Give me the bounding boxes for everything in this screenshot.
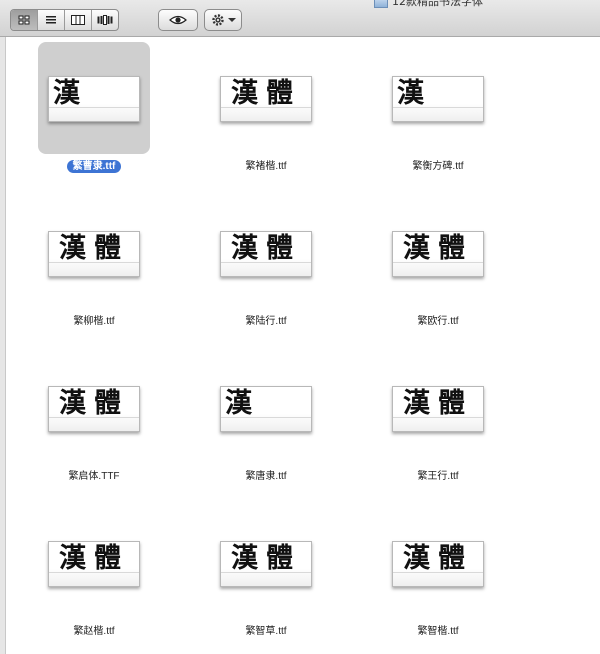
path-label: 12款精品书法字体 (392, 0, 483, 8)
font-preview-thumbnail[interactable]: 漢體 (220, 231, 312, 277)
file-item[interactable]: 漢體繁欧行.ttf (380, 197, 496, 337)
font-preview-glyphs: 漢體 (403, 388, 473, 419)
file-name-text: 繁唐隶.ttf (245, 471, 287, 482)
view-mode-segmented-control (10, 9, 119, 31)
font-preview-thumbnail[interactable]: 漢體 (392, 386, 484, 432)
font-preview-glyphs: 漢體 (59, 543, 129, 574)
column-view-button[interactable] (65, 10, 92, 30)
file-name-text: 繁智草.ttf (245, 626, 287, 637)
font-preview-thumbnail[interactable]: 漢體 (48, 541, 140, 587)
file-name-text: 繁欧行.ttf (417, 316, 459, 327)
file-name-label[interactable]: 繁王行.ttf (380, 467, 496, 482)
action-menu-button[interactable] (204, 9, 242, 31)
folder-icon (374, 0, 388, 8)
font-preview-thumbnail[interactable]: 漢體 (48, 231, 140, 277)
font-preview-glyphs: 漢體 (59, 388, 129, 419)
file-name-text: 繁柳楷.ttf (73, 316, 115, 327)
font-preview-glyphs: 漢 (53, 78, 82, 109)
icon-view-button[interactable] (11, 10, 38, 30)
eye-icon (169, 15, 187, 25)
column-view-icon (71, 15, 85, 25)
file-item[interactable]: 漢繁曹隶.ttf (36, 42, 152, 182)
font-preview-glyphs: 漢體 (59, 233, 129, 264)
file-name-text: 繁智楷.ttf (417, 626, 459, 637)
file-name-text: 繁褚楷.ttf (245, 161, 287, 172)
file-name-label[interactable]: 繁陆行.ttf (208, 312, 324, 327)
file-name-text: 繁启体.TTF (68, 471, 120, 482)
file-name-label[interactable]: 繁唐隶.ttf (208, 467, 324, 482)
file-name-label[interactable]: 繁智草.ttf (208, 622, 324, 637)
gear-icon (211, 14, 224, 26)
font-preview-thumbnail[interactable]: 漢體 (392, 541, 484, 587)
coverflow-view-icon (97, 15, 113, 25)
font-preview-thumbnail[interactable]: 漢體 (48, 386, 140, 432)
font-preview-glyphs: 漢體 (403, 233, 473, 264)
file-item[interactable]: 漢體繁褚楷.ttf (208, 42, 324, 182)
file-name-text: 繁王行.ttf (417, 471, 459, 482)
font-preview-thumbnail[interactable]: 漢體 (220, 76, 312, 122)
font-preview-thumbnail[interactable]: 漢 (392, 76, 484, 122)
file-name-label[interactable]: 繁启体.TTF (36, 467, 152, 482)
file-item[interactable]: 漢體繁陆行.ttf (208, 197, 324, 337)
list-view-icon (46, 16, 56, 24)
icon-view-icon (18, 15, 30, 25)
file-item[interactable]: 漢體繁启体.TTF (36, 352, 152, 492)
file-name-text: 繁曹隶.ttf (66, 160, 122, 173)
font-preview-glyphs: 漢體 (231, 543, 301, 574)
file-name-label[interactable]: 繁衡方碑.ttf (380, 157, 496, 172)
file-name-label[interactable]: 繁褚楷.ttf (208, 157, 324, 172)
file-name-label[interactable]: 繁赵楷.ttf (36, 622, 152, 637)
file-name-label[interactable]: 繁欧行.ttf (380, 312, 496, 327)
font-preview-glyphs: 漢 (225, 388, 254, 419)
file-item[interactable]: 漢繁衡方碑.ttf (380, 42, 496, 182)
font-preview-glyphs: 漢體 (231, 233, 301, 264)
file-name-label[interactable]: 繁智楷.ttf (380, 622, 496, 637)
file-item[interactable]: 漢體繁王行.ttf (380, 352, 496, 492)
sidebar-edge (0, 37, 6, 654)
file-name-text: 繁赵楷.ttf (73, 626, 115, 637)
file-name-label[interactable]: 繁柳楷.ttf (36, 312, 152, 327)
coverflow-view-button[interactable] (92, 10, 118, 30)
font-preview-thumbnail[interactable]: 漢 (48, 76, 140, 122)
quick-look-button[interactable] (158, 9, 198, 31)
file-item[interactable]: 漢體繁柳楷.ttf (36, 197, 152, 337)
file-name-label[interactable]: 繁曹隶.ttf (36, 157, 152, 173)
file-item[interactable]: 漢體繁智楷.ttf (380, 507, 496, 647)
file-name-text: 繁衡方碑.ttf (412, 161, 464, 172)
font-preview-thumbnail[interactable]: 漢體 (220, 541, 312, 587)
path-breadcrumb[interactable]: 12款精品书法字体 (374, 0, 600, 8)
finder-toolbar: 12款精品书法字体 (0, 0, 600, 37)
file-item[interactable]: 漢體繁智草.ttf (208, 507, 324, 647)
font-preview-thumbnail[interactable]: 漢體 (392, 231, 484, 277)
font-preview-glyphs: 漢 (397, 78, 426, 109)
font-preview-glyphs: 漢體 (231, 78, 301, 109)
font-preview-glyphs: 漢體 (403, 543, 473, 574)
file-name-text: 繁陆行.ttf (245, 316, 287, 327)
list-view-button[interactable] (38, 10, 65, 30)
file-item[interactable]: 漢體繁赵楷.ttf (36, 507, 152, 647)
font-preview-thumbnail[interactable]: 漢 (220, 386, 312, 432)
chevron-down-icon (227, 18, 236, 22)
file-item[interactable]: 漢繁唐隶.ttf (208, 352, 324, 492)
